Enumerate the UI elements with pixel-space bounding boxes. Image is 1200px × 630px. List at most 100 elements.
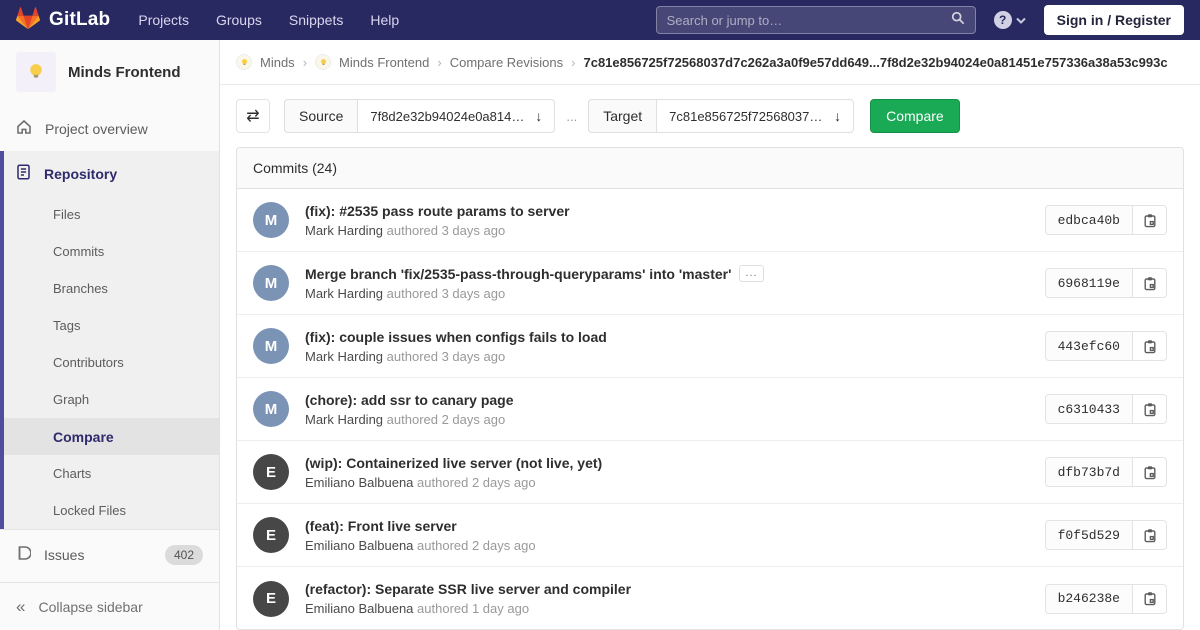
copy-sha-button[interactable] [1133,394,1167,424]
copy-sha-button[interactable] [1133,268,1167,298]
project-avatar-small [315,54,332,70]
avatar[interactable]: M [253,328,289,364]
nav-link-projects[interactable]: Projects [138,12,189,28]
source-ref-value: 7f8d2e32b94024e0a814… [370,108,525,124]
commit-sha-group: edbca40b [1044,205,1167,235]
avatar[interactable]: M [253,265,289,301]
compare-button[interactable]: Compare [870,99,960,133]
project-avatar [16,52,56,92]
avatar[interactable]: E [253,454,289,490]
source-label: Source [284,99,358,133]
commit-title[interactable]: (fix): couple issues when configs fails … [305,329,607,345]
commit-row: M (fix): #2535 pass route params to serv… [237,189,1183,252]
search-input[interactable] [666,12,951,28]
commit-author[interactable]: Mark Harding [305,223,383,238]
commit-sha[interactable]: c6310433 [1044,394,1133,424]
sidebar-item-label: Project overview [45,120,148,137]
sidebar-item-locked-files[interactable]: Locked Files [0,492,219,529]
copy-sha-button[interactable] [1133,520,1167,550]
commit-authored-time: authored 2 days ago [386,411,506,427]
lightbulb-icon [320,58,326,65]
search-icon[interactable] [951,11,965,30]
commit-sha[interactable]: edbca40b [1044,205,1133,235]
sidebar-project-header[interactable]: Minds Frontend [0,40,219,106]
sidebar-item-contributors[interactable]: Contributors [0,344,219,381]
clipboard-icon [1144,528,1156,542]
collapse-sidebar-button[interactable]: « Collapse sidebar [0,582,219,630]
global-search[interactable] [655,6,976,34]
commit-title[interactable]: (chore): add ssr to canary page [305,392,514,408]
dropdown-arrow-icon: ↓ [834,108,842,124]
commit-sha-group: dfb73b7d [1044,457,1167,487]
sign-in-register-button[interactable]: Sign in / Register [1043,5,1184,35]
sidebar-item-files[interactable]: Files [0,196,219,233]
source-field-group: Source 7f8d2e32b94024e0a814… ↓ [284,99,556,133]
commit-title[interactable]: Merge branch 'fix/2535-pass-through-quer… [305,266,731,282]
commit-title[interactable]: (wip): Containerized live server (not li… [305,455,602,471]
copy-sha-button[interactable] [1133,331,1167,361]
commit-sha-group: 6968119e [1044,268,1167,298]
breadcrumb-page[interactable]: Compare Revisions [450,55,563,70]
sidebar-item-tags[interactable]: Tags [0,307,219,344]
copy-sha-button[interactable] [1133,205,1167,235]
lightbulb-icon [241,58,247,65]
breadcrumb-separator: › [571,54,576,70]
commit-sha[interactable]: b246238e [1044,583,1133,614]
copy-sha-button[interactable] [1133,457,1167,487]
sidebar-item-branches[interactable]: Branches [0,270,219,307]
nav-link-help[interactable]: Help [370,12,399,28]
project-sidebar: Minds Frontend Project overview Reposito… [0,40,220,630]
top-navbar: GitLab Projects Groups Snippets Help ? S… [0,0,1200,40]
avatar[interactable]: E [253,580,289,617]
swap-revisions-button[interactable]: ⇄ [236,99,270,133]
target-ref-dropdown[interactable]: 7c81e856725f72568037… ↓ [656,99,855,133]
commit-sha[interactable]: dfb73b7d [1044,457,1133,487]
nav-link-groups[interactable]: Groups [216,12,262,28]
avatar[interactable]: E [253,517,289,553]
sidebar-item-issues[interactable]: Issues 402 [0,530,219,579]
collapse-sidebar-label: Collapse sidebar [38,598,143,615]
sidebar-item-charts[interactable]: Charts [0,455,219,492]
commit-row: E (wip): Containerized live server (not … [237,441,1183,504]
commit-row: M (fix): couple issues when configs fail… [237,315,1183,378]
commit-author[interactable]: Mark Harding [305,349,383,364]
commit-author[interactable]: Emiliano Balbuena [305,601,413,616]
commit-title[interactable]: (fix): #2535 pass route params to server [305,203,570,219]
document-icon [16,164,31,183]
clipboard-icon [1144,402,1156,416]
breadcrumb-group[interactable]: Minds [260,55,295,70]
sidebar-item-repository[interactable]: Repository [0,151,219,196]
sidebar-item-project-overview[interactable]: Project overview [0,106,219,151]
avatar[interactable]: M [253,202,289,238]
commit-authored-time: authored 2 days ago [417,474,536,490]
commit-sha[interactable]: 6968119e [1044,268,1133,298]
breadcrumb-separator: › [302,54,308,70]
help-dropdown[interactable]: ? [993,11,1026,29]
project-title: Minds Frontend [68,63,181,81]
compare-ellipsis: ... [566,108,578,124]
commit-sha[interactable]: f0f5d529 [1044,520,1133,550]
toggle-commit-description-button[interactable]: ... [739,265,764,282]
commit-sha-group: 443efc60 [1044,331,1167,361]
breadcrumb-project[interactable]: Minds Frontend [339,55,429,70]
commit-author[interactable]: Mark Harding [305,286,383,301]
commit-sha[interactable]: 443efc60 [1044,331,1133,361]
copy-sha-button[interactable] [1133,583,1167,614]
sidebar-item-graph[interactable]: Graph [0,381,219,418]
commit-author[interactable]: Emiliano Balbuena [305,538,413,553]
commit-sha-group: f0f5d529 [1044,520,1167,550]
clipboard-icon [1144,592,1156,606]
sidebar-item-label: Repository [44,165,118,182]
nav-link-snippets[interactable]: Snippets [289,12,343,28]
commit-title[interactable]: (feat): Front live server [305,518,457,534]
avatar[interactable]: M [253,391,289,427]
gitlab-logo[interactable]: GitLab [16,6,110,35]
sidebar-item-compare[interactable]: Compare [0,418,219,455]
commit-title[interactable]: (refactor): Separate SSR live server and… [305,581,631,597]
commit-author[interactable]: Emiliano Balbuena [305,475,413,490]
target-field-group: Target 7c81e856725f72568037… ↓ [588,99,855,133]
commit-author[interactable]: Mark Harding [305,412,383,427]
sidebar-item-commits[interactable]: Commits [0,233,219,270]
commit-sha-group: c6310433 [1044,394,1167,424]
source-ref-dropdown[interactable]: 7f8d2e32b94024e0a814… ↓ [357,99,556,133]
